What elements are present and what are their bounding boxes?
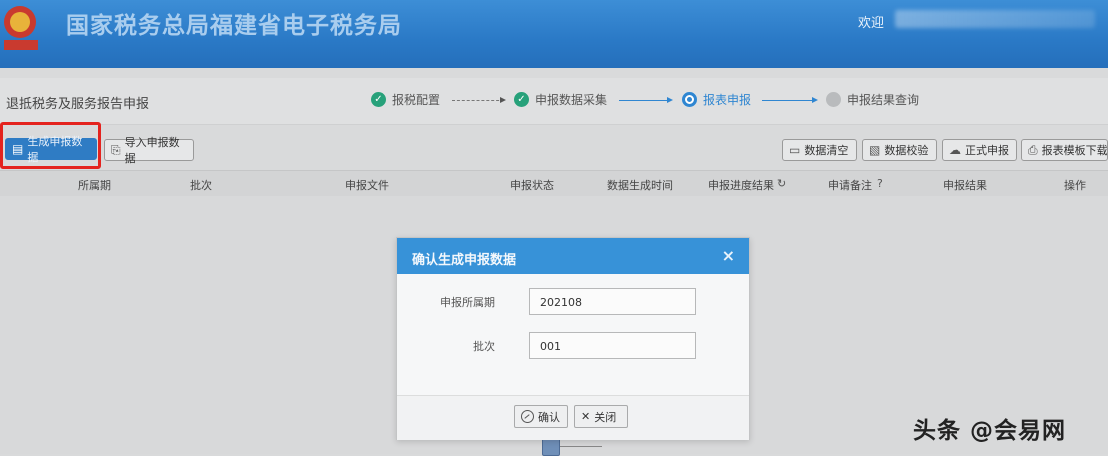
confirm-dialog: 确认生成申报数据 × 申报所属期 202108 批次 001 确认 ✕ 关闭: [396, 237, 750, 440]
import-data-button[interactable]: ⎘ 导入申报数据: [104, 136, 194, 165]
welcome-text: 欢迎: [858, 16, 885, 31]
printer-icon: ⎙: [1028, 142, 1038, 157]
column-header: 申报结果: [943, 179, 987, 192]
cloud-upload-icon: ☁: [949, 143, 961, 157]
site-title: 国家税务总局福建省电子税务局: [66, 13, 402, 39]
batch-label: 批次: [473, 340, 495, 353]
column-header: 数据生成时间: [607, 179, 673, 192]
refresh-icon[interactable]: ↻: [777, 177, 786, 190]
step-arrow: [619, 97, 673, 103]
column-header: 申请备注: [828, 179, 872, 192]
column-header: 批次: [190, 179, 212, 192]
watermark-text: 头条 @会易网: [913, 418, 1067, 444]
check-icon: ✓: [371, 92, 386, 107]
column-header: 申报文件: [345, 179, 389, 192]
dialog-title: 确认生成申报数据: [412, 253, 517, 268]
step-1: ✓ 报税配置: [371, 91, 440, 108]
connector-line: [560, 446, 602, 447]
check-file-icon: ▧: [869, 143, 881, 157]
template-download-button[interactable]: ⎙ 报表模板下载: [1021, 139, 1108, 161]
user-name-redacted: [895, 10, 1095, 28]
site-header: 国家税务总局福建省电子税务局 欢迎: [0, 0, 1108, 68]
step-label: 报税配置: [392, 93, 441, 107]
confirm-button[interactable]: 确认: [514, 405, 568, 428]
close-button[interactable]: ✕ 关闭: [574, 405, 628, 428]
step-label: 申报数据采集: [535, 93, 608, 107]
highlight-box: [0, 122, 101, 169]
step-arrow: [762, 97, 818, 103]
clear-data-button[interactable]: ▭ 数据清空: [782, 139, 857, 161]
column-header: 所属期: [78, 179, 111, 192]
table-header: 所属期 批次 申报文件 申报状态 数据生成时间 申报进度结果 ↻ 申请备注 ? …: [0, 170, 1108, 198]
x-icon: ✕: [581, 410, 591, 423]
page-title: 退抵税务及服务报告申报: [6, 97, 150, 112]
current-step-icon: [682, 92, 697, 107]
period-label: 申报所属期: [440, 296, 495, 309]
step-4: 申报结果查询: [826, 91, 919, 108]
column-header: 操作: [1064, 179, 1086, 192]
dialog-body: 申报所属期 202108 批次 001: [397, 274, 749, 396]
step-arrow: [452, 97, 506, 103]
step-2: ✓ 申报数据采集: [514, 91, 607, 108]
column-header: 申报状态: [510, 179, 554, 192]
clear-icon: ▭: [789, 143, 801, 157]
dialog-header: 确认生成申报数据 ×: [397, 238, 749, 274]
check-icon: ✓: [514, 92, 529, 107]
import-icon: ⎘: [111, 142, 121, 157]
tax-emblem-icon: [4, 6, 38, 50]
help-icon[interactable]: ?: [877, 177, 883, 190]
node-icon: [542, 438, 560, 456]
step-label: 申报结果查询: [847, 93, 920, 107]
step-label: 报表申报: [703, 93, 752, 107]
check-circle-icon: [521, 410, 534, 423]
submit-button[interactable]: ☁ 正式申报: [942, 139, 1017, 161]
close-icon[interactable]: ×: [722, 246, 735, 265]
check-data-button[interactable]: ▧ 数据校验: [862, 139, 937, 161]
pending-step-icon: [826, 92, 841, 107]
step-bar: 退抵税务及服务报告申报 ✓ 报税配置 ✓ 申报数据采集 报表申报 申报结果查询: [0, 78, 1108, 125]
period-input[interactable]: 202108: [529, 288, 696, 315]
column-header: 申报进度结果: [708, 179, 774, 192]
batch-input[interactable]: 001: [529, 332, 696, 359]
step-3: 报表申报: [682, 91, 751, 108]
dialog-footer: 确认 ✕ 关闭: [397, 396, 749, 440]
